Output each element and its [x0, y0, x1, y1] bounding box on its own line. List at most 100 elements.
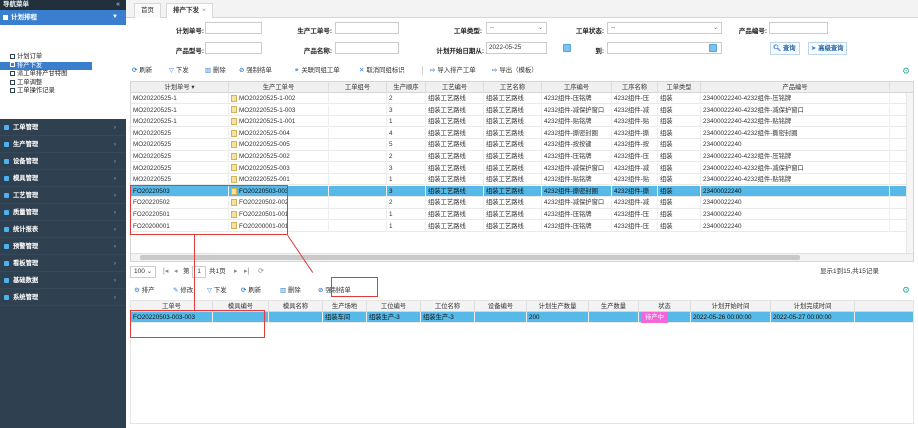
document-icon[interactable]	[231, 176, 237, 184]
table-row[interactable]: FO20200001 FO20200001-001 1 组装工艺路线 组装工艺路线 423…	[131, 220, 913, 232]
column-header[interactable]: 工单号	[131, 301, 213, 312]
work-type-select[interactable]: -- ⌄	[486, 22, 547, 34]
table-row[interactable]: MO20220525-1 MO20220525-1-003 3 组装工艺路线 组装工艺路…	[131, 104, 913, 116]
table-row[interactable]: MO20220525-1 MO20220525-1-001 1 组装工艺路线 组装工艺路…	[131, 116, 913, 128]
refresh-button-2[interactable]: ⟳ 刷新	[239, 284, 263, 297]
double-chevron-left-icon[interactable]: «	[116, 0, 120, 10]
vertical-scrollbar[interactable]	[906, 93, 913, 253]
table-row[interactable]: FO20220501 FO20220501-001 1 组装工艺路线 组装工艺路线 423…	[131, 209, 913, 221]
horizontal-scrollbar[interactable]	[131, 253, 913, 261]
sidebar-item-dashboard[interactable]: 看板管理 ›	[0, 255, 126, 272]
issue-button[interactable]: ▽ 下发	[167, 64, 191, 77]
column-header[interactable]: 生产场地	[323, 301, 367, 312]
table-row[interactable]: MO20220525-1 MO20220525-1-002 2 组装工艺路线 组装工艺路…	[131, 93, 913, 105]
column-header[interactable]: 工位名称	[421, 301, 475, 312]
submenu-item-work-log[interactable]: 工单操作记录	[0, 87, 126, 96]
table-row[interactable]: MO20220525 MO20220525-004 4 组装工艺路线 组装工艺路线 423…	[131, 127, 913, 140]
product-name-input[interactable]	[335, 42, 399, 54]
refresh-button[interactable]: ⟳ 刷新	[130, 64, 154, 77]
sidebar-item-mold[interactable]: 模具管理 ›	[0, 170, 126, 187]
document-icon[interactable]	[231, 164, 237, 172]
column-header[interactable]: 生产顺序	[387, 82, 426, 93]
scrollbar-thumb[interactable]	[140, 255, 800, 260]
product-code-input[interactable]	[769, 22, 828, 34]
edit-button[interactable]: ✎ 修改	[171, 284, 195, 297]
tab-schedule-issue[interactable]: 排产下发 ×	[166, 3, 213, 18]
column-header[interactable]: 生产工单号	[229, 82, 329, 93]
column-header[interactable]: 工艺编号	[426, 82, 484, 93]
calendar-icon[interactable]	[709, 44, 717, 52]
document-icon[interactable]	[231, 94, 237, 102]
column-header[interactable]: 计划生产数量	[527, 301, 589, 312]
import-button[interactable]: ⇨ 导入排产工单	[428, 64, 478, 77]
column-header[interactable]: 计划完成时间	[771, 301, 855, 312]
plan-end-input[interactable]	[607, 42, 722, 54]
document-icon[interactable]	[231, 141, 237, 149]
plan-no-input[interactable]	[205, 22, 262, 34]
submenu-item-schedule-issue[interactable]: 排产下发	[0, 61, 92, 71]
column-header[interactable]: 模具编号	[213, 301, 269, 312]
sidebar-item-plan[interactable]: 计划排程 ▼	[0, 10, 126, 25]
document-icon[interactable]	[231, 152, 237, 160]
document-icon[interactable]	[231, 129, 237, 137]
sidebar-item-process[interactable]: 工艺管理 ›	[0, 187, 126, 204]
column-header[interactable]: 工位编号	[367, 301, 421, 312]
force-close-button[interactable]: ⊘ 强制结单	[237, 64, 274, 77]
document-icon[interactable]	[231, 187, 237, 195]
work-order-input[interactable]	[335, 22, 399, 34]
settings-gear-icon[interactable]: ⚙	[902, 66, 910, 77]
last-page-icon[interactable]: ▸|	[244, 265, 249, 279]
column-header[interactable]: 模具名称	[269, 301, 323, 312]
table-row[interactable]: FO20220503 FO20220503-003 3 组装工艺路线 组装工艺路线 423…	[131, 185, 913, 198]
table-row[interactable]: FO20220502 FO20220502-002 2 组装工艺路线 组装工艺路线 423…	[131, 197, 913, 209]
force-close-button-2[interactable]: ⊘ 强制结单	[316, 284, 353, 297]
sidebar-item-system[interactable]: 系统管理 ›	[0, 289, 126, 306]
column-header[interactable]: 工单组号	[329, 82, 387, 93]
document-icon[interactable]	[231, 210, 237, 218]
page-number-input[interactable]: 1	[192, 266, 206, 278]
work-status-select[interactable]: -- ⌄	[607, 22, 722, 34]
tab-home[interactable]: 首页	[134, 3, 161, 18]
sidebar-item-equipment[interactable]: 设备管理 ›	[0, 153, 126, 170]
document-icon[interactable]	[231, 222, 237, 230]
sidebar-item-report[interactable]: 统计报表 ›	[0, 221, 126, 238]
export-button[interactable]: ⇨ 导出（模板）	[490, 64, 540, 77]
column-header[interactable]: 生产数量	[589, 301, 639, 312]
product-model-input[interactable]	[205, 42, 262, 54]
column-header[interactable]: 工序编号	[542, 82, 612, 93]
table-row[interactable]: MO20220525 MO20220525-001 1 组装工艺路线 组装工艺路线 423…	[131, 174, 913, 186]
issue-button-2[interactable]: ▽ 下发	[205, 284, 229, 297]
first-page-icon[interactable]: |◂	[163, 265, 168, 279]
document-icon[interactable]	[231, 106, 237, 114]
sidebar-item-production[interactable]: 生产管理 ›	[0, 136, 126, 153]
link-work-button[interactable]: ⚭ 关联同组工单	[292, 64, 342, 77]
cancel-link-button[interactable]: ✕ 取消同组标识	[357, 64, 407, 77]
plan-start-input[interactable]: 2022-05-25	[486, 42, 547, 54]
table-row[interactable]: MO20220525 MO20220525-002 2 组装工艺路线 组装工艺路线 423…	[131, 151, 913, 163]
sidebar-item-base-data[interactable]: 基础数据 ›	[0, 272, 126, 289]
delete-button-2[interactable]: ▥ 删除	[278, 284, 303, 297]
table-row[interactable]: FO20220503-003-003 组装车间 组装生产-3 组装生产-3 200 待产中…	[131, 312, 913, 324]
column-header[interactable]: 工序名称	[612, 82, 658, 93]
sidebar-item-warning[interactable]: 预警管理 ›	[0, 238, 126, 255]
column-header[interactable]: 工单类型	[658, 82, 701, 93]
column-header[interactable]: 计划开始时间	[691, 301, 771, 312]
prev-page-icon[interactable]: ◂	[174, 265, 178, 279]
delete-button[interactable]: ▥ 删除	[203, 64, 228, 77]
sidebar-item-quality[interactable]: 质量管理 ›	[0, 204, 126, 221]
next-page-icon[interactable]: ▸	[234, 265, 238, 279]
submenu-item-plan-order[interactable]: 计划订单	[0, 53, 126, 62]
page-size-select[interactable]: 100 ⌄	[130, 266, 156, 278]
column-header[interactable]: 状态	[639, 301, 691, 312]
settings-gear-icon[interactable]: ⚙	[902, 285, 910, 296]
document-icon[interactable]	[231, 199, 237, 207]
column-header[interactable]: 计划单号 ▾	[131, 82, 229, 93]
reload-icon[interactable]: ⟳	[258, 265, 264, 279]
column-header[interactable]: 产品编号	[701, 82, 890, 93]
advanced-search-button[interactable]: ➤ 高级查询	[808, 42, 848, 55]
document-icon[interactable]	[231, 118, 237, 126]
close-icon[interactable]: ×	[202, 7, 206, 14]
search-button[interactable]: 🔍︎ 查询	[770, 42, 800, 55]
table-row[interactable]: MO20220525 MO20220525-003 3 组装工艺路线 组装工艺路线 423…	[131, 162, 913, 174]
table-row[interactable]: MO20220525 MO20220525-005 5 组装工艺路线 组装工艺路线 423…	[131, 139, 913, 151]
